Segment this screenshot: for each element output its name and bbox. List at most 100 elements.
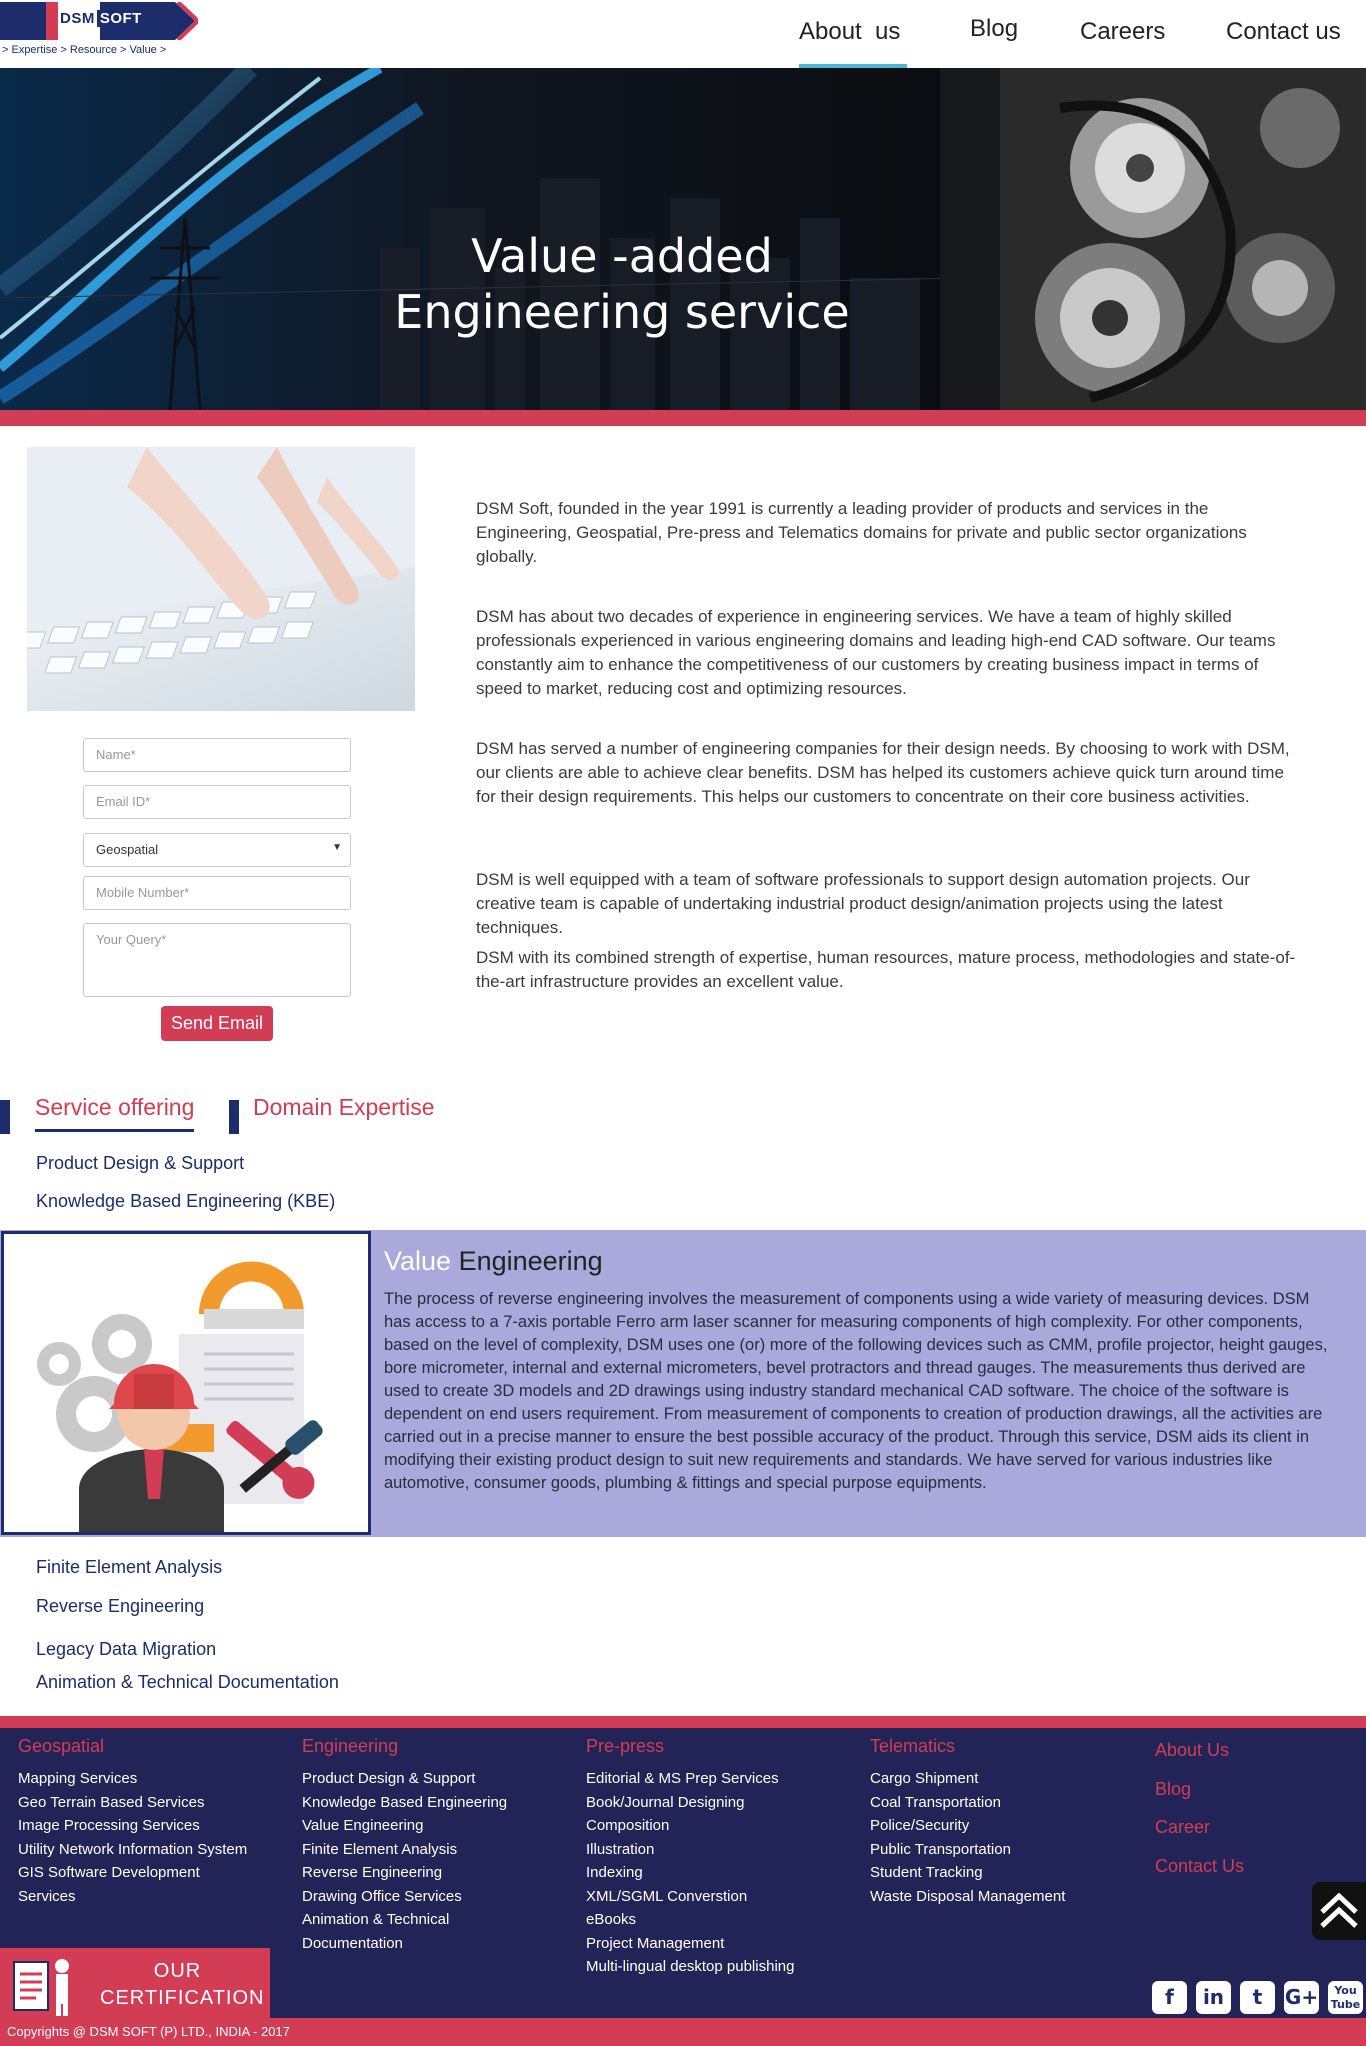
youtube-icon[interactable]: You Tube [1328,1981,1363,2014]
footer-link[interactable]: Knowledge Based Engineering [302,1791,507,1815]
certificate-icon [13,1959,69,2016]
query-textarea[interactable]: Your Query* [83,923,351,997]
nav-about-us[interactable]: About us [799,0,907,68]
twitter-icon[interactable]: t [1240,1981,1275,2014]
certification-button[interactable]: OUR CERTIFICATION [0,1948,270,2020]
service-fea[interactable]: Finite Element Analysis [36,1557,222,1578]
footer-divider [0,1716,1366,1728]
scroll-to-top-button[interactable] [1312,1882,1366,1940]
tab-bar: Service offering Domain Expertise [0,1090,700,1140]
domain-select[interactable]: Geospatial ▼ [83,833,351,867]
tab-marker [0,1100,10,1134]
hero-title: Value -added Engineering service [340,228,904,340]
about-paragraph: DSM with its combined strength of expert… [476,948,1296,991]
service-reverse-engineering[interactable]: Reverse Engineering [36,1596,204,1617]
site-header: DSM SOFT > Expertise > Resource > Value >… [0,0,1366,68]
footer-link[interactable]: Value Engineering [302,1814,507,1838]
hero-engine-image [940,68,1366,410]
cert-line2: CERTIFICATION [100,1987,265,2009]
name-field[interactable]: Name* [83,738,351,772]
value-engineering-text: The process of reverse engineering invol… [384,1290,1328,1492]
logo-dsm: DSM [58,10,97,27]
send-email-button[interactable]: Send Email [161,1006,273,1041]
footer-link[interactable]: Services [18,1885,247,1909]
footer-link[interactable]: Mapping Services [18,1767,247,1791]
footer-link[interactable]: Geo Terrain Based Services [18,1791,247,1815]
nav-contact-us[interactable]: Contact us [1226,0,1341,68]
logo-tagline: > Expertise > Resource > Value > [2,44,167,56]
email-field[interactable]: Email ID* [83,785,351,819]
about-paragraph: DSM Soft, founded in the year 1991 is cu… [476,499,1247,566]
footer-heading[interactable]: Geospatial [18,1736,247,1757]
footer-link[interactable]: Student Tracking [870,1861,1065,1885]
footer-link[interactable]: Illustration [586,1838,794,1862]
nav-about-label: About us [799,18,901,45]
footer-about-link[interactable]: About Us [1155,1731,1244,1770]
tab-marker [229,1100,239,1134]
engineer-illustration [1,1231,371,1535]
service-kbe[interactable]: Knowledge Based Engineering (KBE) [36,1191,335,1212]
footer-career-link[interactable]: Career [1155,1808,1244,1847]
domain-select-value: Geospatial [96,842,159,857]
footer-link[interactable]: Image Processing Services [18,1814,247,1838]
footer-link[interactable]: Book/Journal Designing [586,1791,794,1815]
value-engineering-title: Value Engineering [384,1246,603,1277]
hero-title-line2: Engineering service [394,285,850,339]
footer-link[interactable]: Animation & Technical [302,1908,507,1932]
certification-label: OUR CERTIFICATION [100,1958,265,2012]
title-value-word: Value [384,1246,452,1276]
footer-link[interactable]: eBooks [586,1908,794,1932]
footer-heading[interactable]: Pre-press [586,1736,794,1757]
footer-contact-link[interactable]: Contact Us [1155,1847,1244,1886]
linkedin-icon[interactable]: in [1196,1981,1231,2014]
title-rest-word: Engineering [451,1246,603,1276]
footer-link[interactable]: Utility Network Information System [18,1838,247,1862]
footer-link[interactable]: Project Management [586,1932,794,1956]
footer-col-telematics: Telematics Cargo Shipment Coal Transport… [870,1728,1065,1908]
mobile-field[interactable]: Mobile Number* [83,876,351,910]
footer-link[interactable]: Public Transportation [870,1838,1065,1862]
google-plus-icon[interactable]: G+ [1284,1981,1319,2014]
footer-link[interactable]: Reverse Engineering [302,1861,507,1885]
footer-link[interactable]: Product Design & Support [302,1767,507,1791]
footer-col-prepress: Pre-press Editorial & MS Prep Services B… [586,1728,794,1979]
footer-link[interactable]: Police/Security [870,1814,1065,1838]
footer-link[interactable]: Cargo Shipment [870,1767,1065,1791]
service-animation-docs[interactable]: Animation & Technical Documentation [36,1672,339,1693]
logo-brand-text: DSM SOFT [58,10,145,27]
service-product-design[interactable]: Product Design & Support [36,1153,244,1174]
company-logo[interactable]: DSM SOFT > Expertise > Resource > Value > [0,0,210,62]
footer-link[interactable]: Documentation [302,1932,507,1956]
hero-title-line1: Value -added [471,229,773,283]
footer-link[interactable]: Coal Transportation [870,1791,1065,1815]
footer-heading[interactable]: Telematics [870,1736,1065,1757]
chevron-down-icon: ▼ [332,842,342,853]
hero-divider [0,410,1366,426]
tab-domain-expertise[interactable]: Domain Expertise [253,1094,435,1121]
footer-link[interactable]: GIS Software Development [18,1861,247,1885]
facebook-icon[interactable]: f [1152,1981,1187,2014]
footer-blog-link[interactable]: Blog [1155,1770,1244,1809]
page: DSM SOFT > Expertise > Resource > Value >… [0,0,1366,2046]
footer-link[interactable]: Multi-lingual desktop publishing [586,1955,794,1979]
tab-service-offering[interactable]: Service offering [35,1094,195,1132]
double-chevron-up-icon [1320,1892,1358,1928]
footer-link[interactable]: Editorial & MS Prep Services [586,1767,794,1791]
footer-link[interactable]: Drawing Office Services [302,1885,507,1909]
footer-col-engineering: Engineering Product Design & Support Kno… [302,1728,507,1955]
value-engineering-panel: Value Engineering The process of reverse… [0,1230,1366,1537]
nav-careers[interactable]: Careers [1080,0,1165,68]
footer-col-geospatial: Geospatial Mapping Services Geo Terrain … [18,1728,247,1908]
footer-link[interactable]: XML/SGML Converstion [586,1885,794,1909]
footer-heading[interactable]: Engineering [302,1736,507,1757]
footer-link[interactable]: Indexing [586,1861,794,1885]
social-links: f in t G+ You Tube [1152,1981,1363,2014]
footer-link[interactable]: Waste Disposal Management [870,1885,1065,1909]
about-paragraph: DSM has about two decades of experience … [476,607,1276,698]
footer-link[interactable]: Finite Element Analysis [302,1838,507,1862]
footer-link[interactable]: Composition [586,1814,794,1838]
nav-blog[interactable]: Blog [970,0,1018,65]
service-legacy-migration[interactable]: Legacy Data Migration [36,1639,216,1660]
hero-banner: Value -added Engineering service [0,68,1366,410]
logo-soft: SOFT [96,10,145,27]
